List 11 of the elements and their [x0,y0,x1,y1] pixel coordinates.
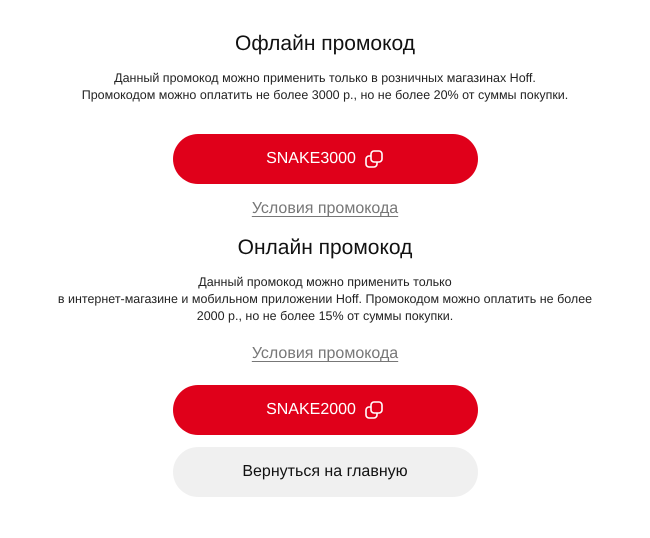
terms-link[interactable]: Условия промокода [252,200,398,218]
copy-icon [364,400,384,420]
promo-code-button[interactable]: SNAKE2000 [172,385,478,435]
terms-link[interactable]: Условия промокода [252,345,398,363]
back-home-button[interactable]: Вернуться на главную [172,447,478,497]
section-title: Онлайн промокод [238,235,412,261]
description-text: Данный промокод можно применить только в интернет-магазине и мобильном приложении Hoff. Промокодом можно оплатить не более 2000 р., но не более 15% от суммы покупки. [58,274,592,325]
section-title: Офлайн промокод [235,31,415,57]
description-text: Данный промокод можно применить только в розничных магазинах Hoff. Промокодом можно оплатить не более 3000 р., но не более 20% от суммы покупки. [82,70,568,104]
promo-code-button[interactable]: SNAKE3000 [172,134,478,184]
copy-icon [364,149,384,169]
